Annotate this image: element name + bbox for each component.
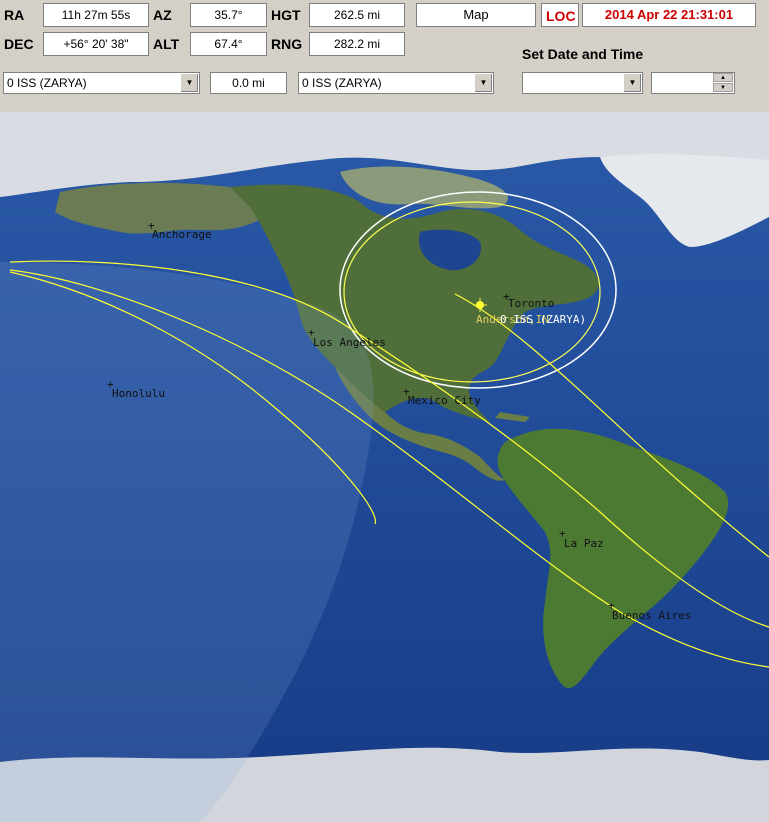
time-spinner[interactable]: ▲ ▼ — [651, 72, 735, 94]
az-value: 35.7° — [190, 3, 267, 27]
date-select[interactable]: ▼ — [522, 72, 643, 94]
city-label: Anchorage — [152, 228, 212, 241]
city-label: La Paz — [564, 537, 604, 550]
hgt-label: HGT — [271, 7, 301, 23]
alt-value: 67.4° — [190, 32, 267, 56]
satellite-select-2-value: 0 ISS (ZARYA) — [302, 76, 382, 90]
dec-value: +56° 20' 38" — [43, 32, 149, 56]
city-label: Toronto — [508, 297, 554, 310]
ra-value: 11h 27m 55s — [43, 3, 149, 27]
satellite-select-1-value: 0 ISS (ZARYA) — [7, 76, 87, 90]
az-label: AZ — [153, 7, 172, 23]
rng-label: RNG — [271, 36, 303, 52]
spin-up-icon[interactable]: ▲ — [713, 73, 733, 82]
rng-value: 282.2 mi — [309, 32, 405, 56]
city-label: Los Angeles — [313, 336, 386, 349]
city-label: Honolulu — [112, 387, 165, 400]
ra-label: RA — [4, 7, 25, 23]
city-label: Mexico City — [408, 394, 481, 407]
spin-down-icon[interactable]: ▼ — [713, 83, 733, 92]
distance-field[interactable]: 0.0 mi — [210, 72, 287, 94]
alt-label: ALT — [153, 36, 180, 52]
chevron-down-icon[interactable]: ▼ — [180, 74, 198, 92]
datetime-display: 2014 Apr 22 21:31:01 — [582, 3, 756, 27]
chevron-down-icon[interactable]: ▼ — [474, 74, 492, 92]
dec-label: DEC — [4, 36, 34, 52]
hgt-value: 262.5 mi — [309, 3, 405, 27]
city-label: Buenos Aires — [612, 609, 691, 622]
satellite-select-1[interactable]: 0 ISS (ZARYA) ▼ — [3, 72, 200, 94]
map-button[interactable]: Map — [416, 3, 536, 27]
set-date-time-label: Set Date and Time — [522, 46, 644, 62]
loc-button[interactable]: LOC — [541, 3, 579, 27]
satellite-label: 0 ISS (ZARYA) — [500, 313, 586, 326]
world-map[interactable]: Anderson,IN 0 ISS (ZARYA) +Anchorage +To… — [0, 112, 769, 822]
satellite-select-2[interactable]: 0 ISS (ZARYA) ▼ — [298, 72, 494, 94]
chevron-down-icon[interactable]: ▼ — [623, 74, 641, 92]
